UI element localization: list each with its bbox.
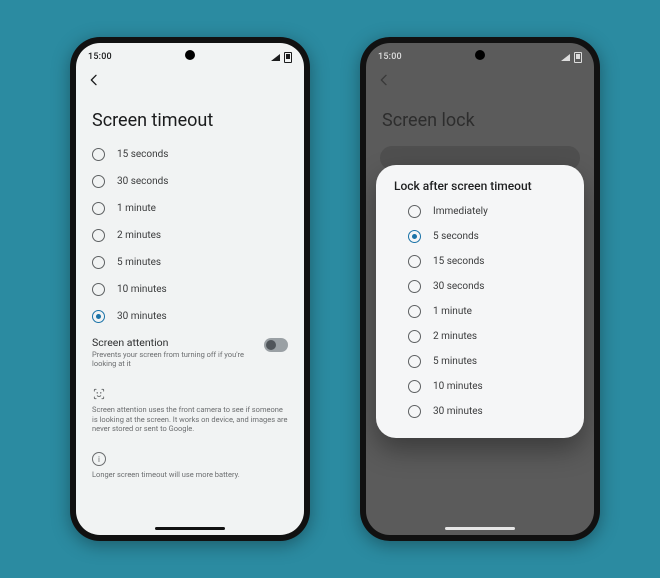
nav-handle[interactable] <box>155 527 225 530</box>
status-time: 15:00 <box>378 52 402 62</box>
radio-icon[interactable] <box>408 205 421 218</box>
lock-options-list: Immediately 5 seconds 15 seconds 30 seconds… <box>390 199 574 424</box>
battery-icon <box>284 52 292 63</box>
timeout-options-list: 15 seconds 30 seconds 1 minute 2 minutes 5 m… <box>76 141 304 330</box>
screen-attention-info: Screen attention uses the front camera t… <box>92 405 288 434</box>
screen-attention-subtitle: Prevents your screen from turning off if… <box>92 350 256 369</box>
lock-option[interactable]: 30 seconds <box>404 274 564 299</box>
radio-icon[interactable] <box>92 229 105 242</box>
battery-info: Longer screen timeout will use more batt… <box>92 470 288 480</box>
timeout-option-label: 15 seconds <box>117 149 168 160</box>
lock-option[interactable]: 30 minutes <box>404 399 564 424</box>
lock-option[interactable]: 5 seconds <box>404 224 564 249</box>
lock-option[interactable]: 2 minutes <box>404 324 564 349</box>
page-title: Screen timeout <box>76 92 304 141</box>
back-button <box>372 68 396 92</box>
lock-option-label: 2 minutes <box>433 331 477 342</box>
radio-icon[interactable] <box>92 175 105 188</box>
lock-option-label: 10 minutes <box>433 381 483 392</box>
screen-attention-row[interactable]: Screen attention Prevents your screen fr… <box>92 336 288 369</box>
timeout-option[interactable]: 30 minutes <box>90 303 294 330</box>
timeout-option[interactable]: 15 seconds <box>90 141 294 168</box>
info-icon: i <box>92 452 106 466</box>
nav-handle[interactable] <box>445 527 515 530</box>
radio-icon[interactable] <box>92 148 105 161</box>
lock-option-label: 30 seconds <box>433 281 484 292</box>
screen-attention-toggle[interactable] <box>264 338 288 352</box>
back-button[interactable] <box>82 68 106 92</box>
screen-attention-title: Screen attention <box>92 336 256 349</box>
timeout-option-label: 5 minutes <box>117 257 161 268</box>
phone-screen-timeout: 15:00 Screen timeout 15 seconds 30 second… <box>70 37 310 541</box>
page-title: Screen lock <box>366 92 594 141</box>
timeout-option-label: 30 seconds <box>117 176 168 187</box>
signal-icon <box>271 54 280 61</box>
timeout-option[interactable]: 5 minutes <box>90 249 294 276</box>
timeout-option[interactable]: 1 minute <box>90 195 294 222</box>
timeout-option[interactable]: 30 seconds <box>90 168 294 195</box>
lock-option-label: 1 minute <box>433 306 472 317</box>
timeout-option-label: 1 minute <box>117 203 156 214</box>
radio-icon[interactable] <box>408 280 421 293</box>
radio-icon[interactable] <box>92 256 105 269</box>
camera-cutout <box>185 50 195 60</box>
timeout-option[interactable]: 2 minutes <box>90 222 294 249</box>
status-time: 15:00 <box>88 52 112 62</box>
lock-option[interactable]: 5 minutes <box>404 349 564 374</box>
timeout-option-label: 2 minutes <box>117 230 161 241</box>
radio-icon[interactable] <box>408 330 421 343</box>
radio-icon[interactable] <box>408 230 421 243</box>
radio-icon[interactable] <box>408 305 421 318</box>
lock-option-label: 5 minutes <box>433 356 477 367</box>
signal-icon <box>561 54 570 61</box>
lock-option-label: 15 seconds <box>433 256 484 267</box>
radio-icon[interactable] <box>408 405 421 418</box>
lock-option[interactable]: 15 seconds <box>404 249 564 274</box>
dialog-title: Lock after screen timeout <box>394 179 570 193</box>
radio-icon[interactable] <box>408 255 421 268</box>
timeout-option-label: 30 minutes <box>117 311 167 322</box>
lock-option-label: 5 seconds <box>433 231 479 242</box>
lock-option-label: Immediately <box>433 206 488 217</box>
lock-option-label: 30 minutes <box>433 406 483 417</box>
radio-icon[interactable] <box>92 283 105 296</box>
battery-icon <box>574 52 582 63</box>
lock-after-timeout-dialog: Lock after screen timeout Immediately 5 s… <box>376 165 584 438</box>
radio-icon[interactable] <box>92 202 105 215</box>
lock-option[interactable]: 1 minute <box>404 299 564 324</box>
radio-icon[interactable] <box>92 310 105 323</box>
radio-icon[interactable] <box>408 355 421 368</box>
lock-option[interactable]: 10 minutes <box>404 374 564 399</box>
face-icon <box>92 387 106 401</box>
lock-option[interactable]: Immediately <box>404 199 564 224</box>
timeout-option-label: 10 minutes <box>117 284 167 295</box>
timeout-option[interactable]: 10 minutes <box>90 276 294 303</box>
radio-icon[interactable] <box>408 380 421 393</box>
camera-cutout <box>475 50 485 60</box>
phone-screen-lock: 15:00 Screen lock Lock after screen <box>360 37 600 541</box>
